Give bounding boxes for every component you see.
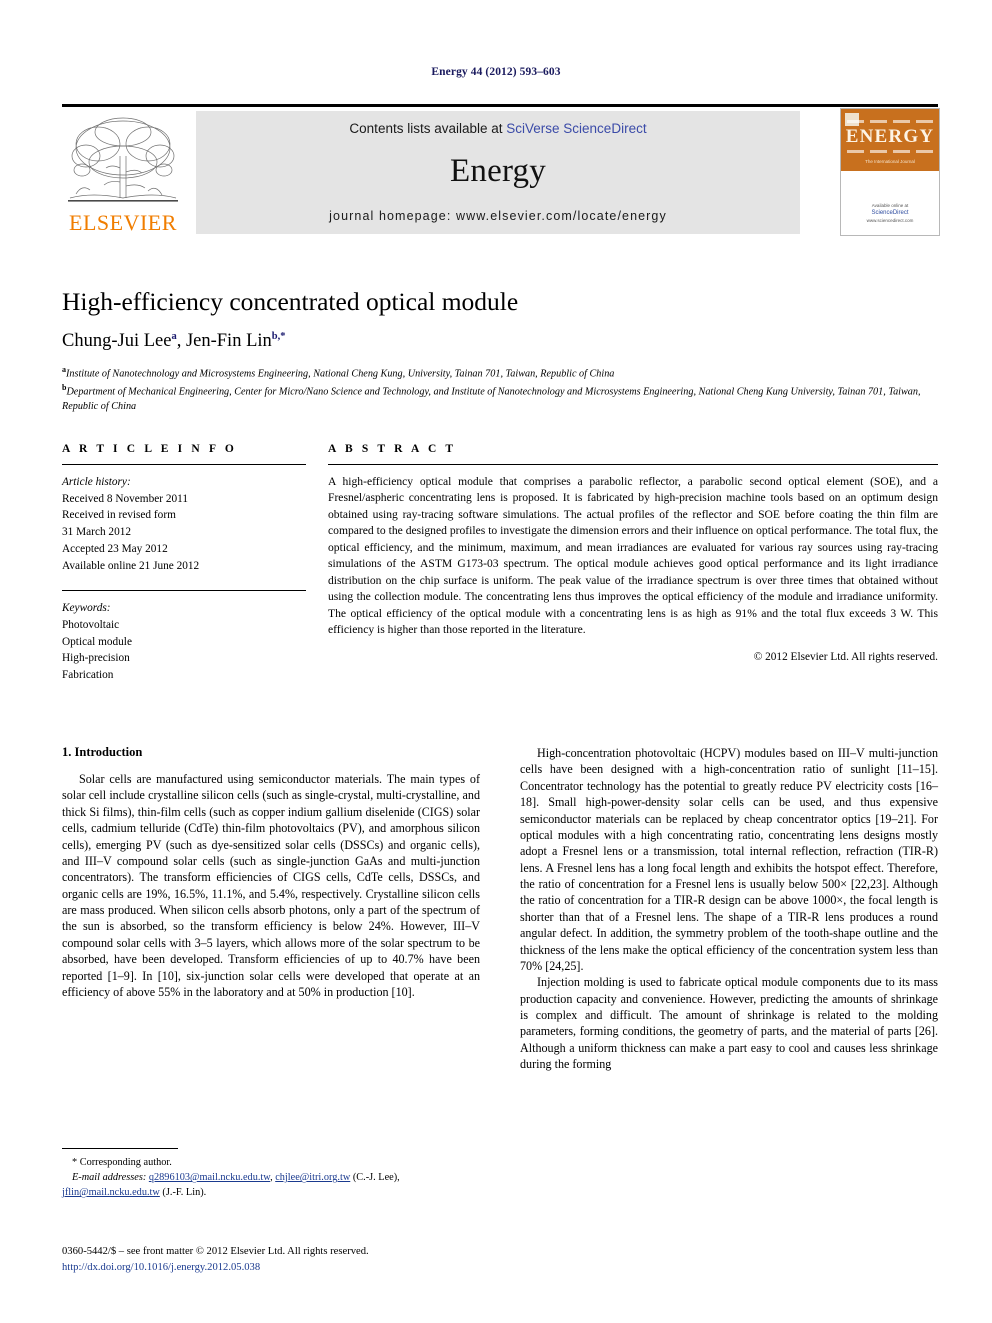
cover-subtitle: The International Journal xyxy=(865,159,915,164)
journal-title-wordmark: Energy xyxy=(450,153,546,189)
history-item: 31 March 2012 xyxy=(62,526,132,539)
elsevier-logo: ELSEVIER xyxy=(62,110,184,234)
sciencedirect-link[interactable]: SciVerse ScienceDirect xyxy=(506,121,646,136)
abstract-column: A B S T R A C T A high-efficiency optica… xyxy=(328,443,938,684)
email-link-1[interactable]: q2896103@mail.ncku.edu.tw xyxy=(149,1172,270,1183)
affiliation-b-text: Department of Mechanical Engineering, Ce… xyxy=(62,386,921,413)
bottom-matter: 0360-5442/$ – see front matter © 2012 El… xyxy=(62,1244,562,1276)
keywords-rule xyxy=(62,590,306,592)
journal-masthead: ELSEVIER Contents lists available at Sci… xyxy=(62,104,940,236)
article-info-rule xyxy=(62,464,306,465)
history-item: Available online 21 June 2012 xyxy=(62,559,200,572)
keyword-item: Photovoltaic xyxy=(62,619,120,632)
author-separator: , xyxy=(176,331,186,352)
issn-copyright-line: 0360-5442/$ – see front matter © 2012 El… xyxy=(62,1246,369,1257)
history-item: Accepted 23 May 2012 xyxy=(62,542,168,555)
author-list: Chung-Jui Leea, Jen-Fin Linb,* xyxy=(62,331,938,352)
affiliation-a-text: Institute of Nanotechnology and Microsys… xyxy=(66,368,615,380)
paragraph: Solar cells are manufactured using semic… xyxy=(62,772,480,999)
body-column-right: High-concentration photovoltaic (HCPV) m… xyxy=(520,745,938,1073)
affiliation-a: aInstitute of Nanotechnology and Microsy… xyxy=(62,364,938,382)
email-link-3[interactable]: jflin@mail.ncku.edu.tw xyxy=(62,1187,160,1198)
body-columns: 1. Introduction Solar cells are manufact… xyxy=(62,745,938,1073)
email-addresses-note: E-mail addresses: q2896103@mail.ncku.edu… xyxy=(62,1171,480,1201)
corresponding-author-note: * Corresponding author. xyxy=(72,1157,172,1169)
masthead-center-band: Contents lists available at SciVerse Sci… xyxy=(196,111,800,234)
info-abstract-section: A R T I C L E I N F O Article history: R… xyxy=(62,443,938,684)
copyright-line: © 2012 Elsevier Ltd. All rights reserved… xyxy=(753,650,938,663)
contents-prefix: Contents lists available at xyxy=(349,121,507,136)
history-item: Received 8 November 2011 xyxy=(62,492,189,505)
journal-cover-thumbnail: ENERGY The International Journal Availab… xyxy=(840,108,940,236)
page-title: High-efficiency concentrated optical mod… xyxy=(62,287,519,316)
author-name-2: Jen-Fin Lin xyxy=(185,331,272,352)
contents-available-line: Contents lists available at SciVerse Sci… xyxy=(196,121,800,136)
elsevier-wordmark: ELSEVIER xyxy=(69,210,177,235)
keyword-item: High-precision xyxy=(62,652,130,665)
paragraph: Injection molding is used to fabricate o… xyxy=(520,975,938,1072)
cover-topic-row-2 xyxy=(847,150,933,153)
doi-link[interactable]: http://dx.doi.org/10.1016/j.energy.2012.… xyxy=(62,1260,562,1276)
email-label: E-mail addresses: xyxy=(72,1172,147,1184)
email-author-2: (J.-F. Lin). xyxy=(159,1187,207,1199)
section-heading-introduction: 1. Introduction xyxy=(62,745,143,759)
email-author-1: (C.-J. Lee), xyxy=(350,1172,400,1184)
cover-footer: Available online at ScienceDirect www.sc… xyxy=(841,203,939,226)
abstract-label: A B S T R A C T xyxy=(328,443,457,455)
footnote-block: * Corresponding author. E-mail addresses… xyxy=(62,1148,480,1201)
journal-homepage-line[interactable]: journal homepage: www.elsevier.com/locat… xyxy=(196,209,800,223)
keywords-list: Photovoltaic Optical module High-precisi… xyxy=(62,617,306,684)
cover-title: ENERGY xyxy=(845,126,935,147)
author-affil-marker-2: b,* xyxy=(271,331,286,343)
article-info-column: A R T I C L E I N F O Article history: R… xyxy=(62,443,306,684)
paragraph: High-concentration photovoltaic (HCPV) m… xyxy=(520,746,938,973)
keywords-block: Keywords: Photovoltaic Optical module Hi… xyxy=(62,590,306,684)
email-link-2[interactable]: chjlee@itri.org.tw xyxy=(275,1172,350,1183)
keyword-item: Optical module xyxy=(62,635,132,648)
author-name-1: Chung-Jui Lee xyxy=(62,331,172,352)
body-column-left: 1. Introduction Solar cells are manufact… xyxy=(62,745,480,1073)
article-info-label: A R T I C L E I N F O xyxy=(62,443,237,455)
cover-footer-prefix: Available online at xyxy=(871,202,909,208)
cover-footer-brand: ScienceDirect xyxy=(871,210,909,217)
keywords-title: Keywords: xyxy=(62,602,111,615)
cover-topic-row-1 xyxy=(847,120,933,123)
cover-footer-url: www.sciencedirect.com xyxy=(866,218,914,224)
running-head: Energy 44 (2012) 593–603 xyxy=(431,66,561,78)
footnote-rule xyxy=(62,1148,178,1150)
keyword-item: Fabrication xyxy=(62,669,114,682)
masthead-top-rule xyxy=(62,104,938,107)
elsevier-tree-icon xyxy=(68,117,178,202)
abstract-rule xyxy=(328,464,938,465)
affiliation-b: bDepartment of Mechanical Engineering, C… xyxy=(62,382,938,414)
article-history-title: Article history: xyxy=(62,476,131,488)
history-item: Received in revised form xyxy=(62,509,176,522)
abstract-text: A high-efficiency optical module that co… xyxy=(328,475,938,637)
article-history-list: Received 8 November 2011 Received in rev… xyxy=(62,491,306,575)
title-block: High-efficiency concentrated optical mod… xyxy=(62,286,938,415)
journal-article-page: Energy 44 (2012) 593–603 ELSEVIER Conten… xyxy=(0,0,992,1323)
